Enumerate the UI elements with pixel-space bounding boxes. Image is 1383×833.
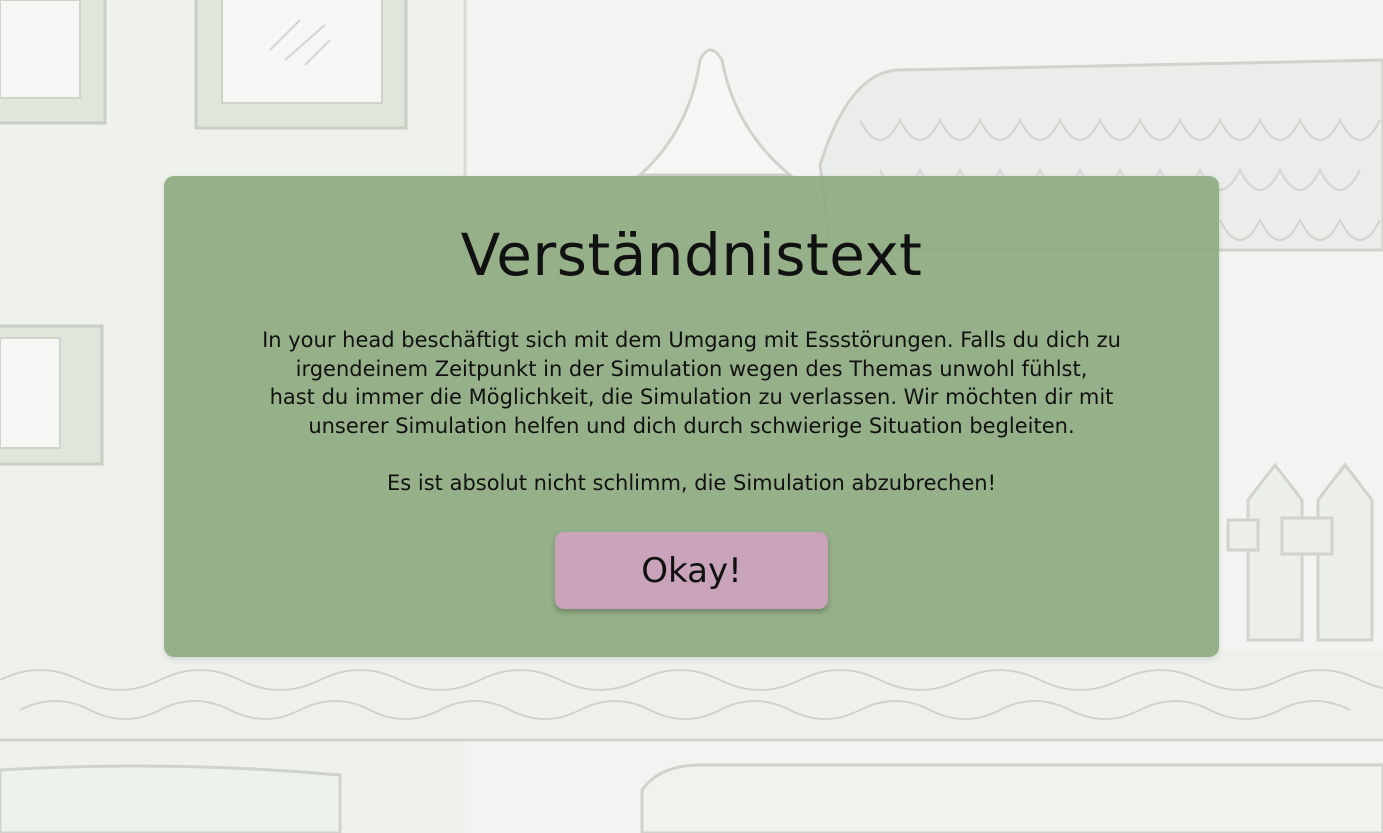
dialog-body-text: In your head beschäftigt sich mit dem Um…: [204, 326, 1179, 440]
dialog-body-line: In your head beschäftigt sich mit dem Um…: [262, 328, 1121, 352]
dialog-title: Verständnistext: [460, 221, 923, 289]
dialog-body-line: unserer Simulation helfen und dich durch…: [308, 413, 1075, 438]
dialog-body-line: hast du immer die Möglichkeit, die Simul…: [269, 385, 1114, 409]
dialog-body-line: irgendeinem Zeitpunkt in der Simulation …: [295, 356, 1088, 381]
dialog-body: In your head beschäftigt sich mit dem Um…: [204, 326, 1179, 497]
okay-button[interactable]: Okay!: [555, 532, 828, 609]
dialog-note: Es ist absolut nicht schlimm, die Simula…: [387, 470, 996, 495]
understanding-dialog: Verständnistext In your head beschäftigt…: [164, 176, 1219, 657]
